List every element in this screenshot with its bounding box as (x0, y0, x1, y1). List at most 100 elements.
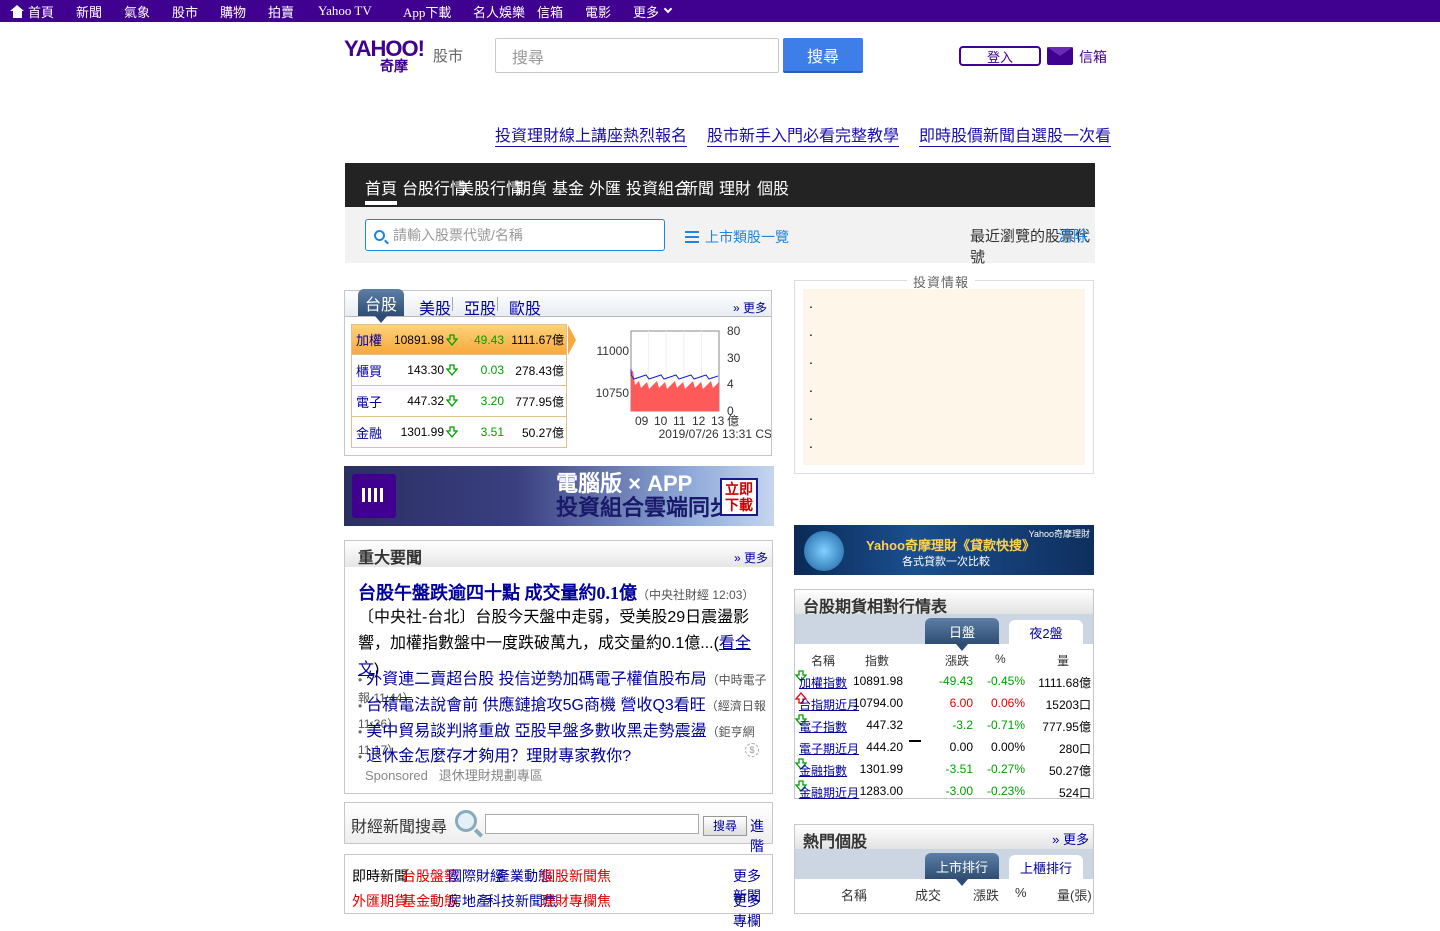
category-more-link[interactable]: 更多專欄 (733, 891, 772, 931)
topbar-item-yahoo-tv[interactable]: Yahoo TV (318, 0, 372, 22)
search-input[interactable]: 搜尋 (495, 38, 779, 73)
topbar-item-movies[interactable]: 電影 (585, 0, 611, 22)
index-row[interactable]: 加權 10891.98 49.43 1111.67億 (351, 324, 576, 355)
futures-change: -3.2 (952, 718, 973, 732)
investment-info-item[interactable]: . (809, 295, 813, 311)
index-amount: 278.43億 (515, 363, 564, 378)
promo-link[interactable]: 即時股價新聞自選股一次看 (919, 128, 1112, 147)
futures-volume: 50.27億 (1048, 764, 1091, 778)
download-now-button[interactable]: 立即下載 (720, 478, 758, 516)
category-link[interactable]: 外匯期貨 (352, 891, 408, 911)
futures-value: 1301.99 (859, 762, 903, 776)
category-link[interactable]: 房地產 (448, 891, 490, 911)
news-search-label: 財經新聞搜尋 (351, 819, 448, 836)
index-name[interactable]: 櫃買 (356, 361, 382, 380)
down-arrow-icon (446, 364, 458, 376)
loan-search-banner[interactable]: Yahoo奇摩理財 Yahoo奇摩理財《貸款快搜》 各式貸款一次比較 (794, 525, 1094, 575)
topbar-item-mail[interactable]: 信箱 (537, 0, 563, 22)
yahoo-stock-logo[interactable]: YAHOO! 奇摩 股市 (344, 36, 466, 76)
category-link[interactable]: 理財專欄焦 (541, 891, 611, 911)
advanced-search-link[interactable]: 進階 (750, 816, 772, 856)
nav-tab-funds[interactable]: 基金 (552, 175, 584, 199)
topbar-label: 首頁 (28, 4, 55, 20)
tab-day-session[interactable]: 日盤 (925, 618, 999, 651)
futures-percent: -0.71% (986, 718, 1025, 732)
promo-link[interactable]: 投資理財線上講座熱烈報名 (495, 128, 688, 147)
nav-tab-finance[interactable]: 理財 (719, 175, 751, 199)
investment-info-item[interactable]: . (809, 379, 813, 395)
index-name[interactable]: 金融 (356, 423, 382, 442)
category-link[interactable]: 個股新聞焦 (541, 866, 611, 886)
mail-icon[interactable] (1047, 47, 1073, 65)
investment-info-item[interactable]: . (809, 323, 813, 339)
search-button[interactable]: 搜尋 (783, 38, 863, 73)
news-search-button[interactable]: 搜尋 (703, 816, 747, 836)
index-row[interactable]: 金融 1301.99 3.51 50.27億 (351, 417, 567, 448)
intraday-chart: 1100010750803040億09 10 11 12 132019/07/26 13… (596, 325, 771, 441)
lead-headline[interactable]: 台股午盤跌逾四十點 成交量約0.1億（中央社財經 12:03） (358, 579, 754, 605)
topbar-item-news[interactable]: 新聞 (76, 0, 102, 22)
topbar-item-more[interactable]: 更多 (633, 0, 673, 22)
nav-tab-tw-market[interactable]: 台股行情 (402, 175, 466, 199)
lead-source: 中央社財經 12:03 (649, 588, 743, 602)
index-row[interactable]: 電子 447.32 3.20 777.95億 (351, 386, 567, 417)
investment-info-item[interactable]: . (809, 351, 813, 367)
nav-tab-home[interactable]: 首頁 (365, 175, 398, 205)
nav-tab-futures[interactable]: 期貨 (515, 175, 547, 199)
news-item-title: 外資連二賣超台股 投信逆勢加碼電子權值股布局 (366, 671, 707, 688)
topbar-item-shopping[interactable]: 購物 (220, 0, 246, 22)
index-row[interactable]: 櫃買 143.30 0.03 278.43億 (351, 355, 567, 386)
promo-link[interactable]: 股市新手入門必看完整教學 (707, 128, 900, 147)
mail-link[interactable]: 信箱 (1079, 47, 1107, 67)
index-name[interactable]: 電子 (356, 392, 382, 411)
news-item-title: 退休金怎麼存才夠用？理財專家教你? (366, 748, 632, 765)
category-list-link[interactable]: 上市類股一覽 (685, 227, 789, 247)
top-navigation-bar: 首頁 新聞 氣象 股市 購物 拍賣 Yahoo TV App下載 名人娛樂 信箱… (0, 0, 1440, 22)
banner-text: 電腦版 × APP 投資組合雲端同步 (556, 472, 732, 520)
nav-tab-news[interactable]: 新聞 (682, 175, 714, 199)
tab-listed-ranking[interactable]: 上市排行 (925, 853, 999, 886)
clear-recent-link[interactable]: 清除 (1058, 225, 1088, 246)
futures-value: 10891.98 (852, 674, 903, 688)
tab-europe[interactable]: 歐股 (509, 295, 541, 319)
category-link[interactable]: 即時新聞 (352, 866, 408, 886)
nav-tab-forex[interactable]: 外匯 (589, 175, 621, 199)
tab-otc-ranking[interactable]: 上櫃排行 (1009, 855, 1083, 879)
news-search-input[interactable] (485, 814, 699, 834)
investment-info-item[interactable]: . (809, 435, 813, 451)
topbar-item-home[interactable]: 首頁 (10, 0, 54, 22)
tab-taiwan[interactable]: 台股 (358, 289, 404, 323)
news-more-link[interactable]: » 更多 (734, 549, 768, 566)
x-tick-label: 10 (654, 414, 668, 428)
futures-volume: 15203口 (1045, 698, 1091, 712)
futures-tabs: 日盤 夜2盤 (795, 614, 1093, 651)
portfolio-sync-banner[interactable]: 電腦版 × APP 投資組合雲端同步 立即下載 (344, 466, 774, 526)
topbar-item-app-download[interactable]: App下載 (403, 0, 451, 22)
ad-choices-icon[interactable]: $ (745, 743, 759, 757)
left-tick-label: 10750 (596, 386, 630, 400)
topbar-item-celebrity[interactable]: 名人娛樂 (473, 0, 525, 22)
investment-info-item[interactable]: . (809, 407, 813, 423)
sponsored-news-item[interactable]: 退休金怎麼存才夠用？理財專家教你? (358, 742, 631, 766)
index-more-link[interactable]: » 更多 (733, 299, 767, 316)
index-name[interactable]: 加權 (356, 330, 382, 349)
topbar-item-weather[interactable]: 氣象 (124, 0, 150, 22)
tab-asia[interactable]: 亞股 (464, 295, 496, 319)
hot-stocks-panel: 熱門個股 » 更多 上市排行 上櫃排行 名稱 成交 漲跌 % 量(張) (794, 824, 1094, 914)
news-header: 重大要聞 » 更多 (345, 541, 772, 567)
chart-timestamp: 2019/07/26 13:31 CST (659, 427, 771, 441)
tab-night-session[interactable]: 夜2盤 (1009, 620, 1083, 644)
nav-tab-stocks[interactable]: 個股 (757, 175, 789, 199)
nav-tab-portfolio[interactable]: 投資組合 (626, 175, 690, 199)
nav-tab-us-market[interactable]: 美股行情 (458, 175, 522, 199)
stock-symbol-input[interactable]: 請輸入股票代號/名稱 (365, 219, 665, 251)
topbar-item-stock[interactable]: 股市 (172, 0, 198, 22)
home-icon (10, 4, 25, 18)
category-list-label: 上市類股一覽 (705, 229, 789, 245)
futures-change: -3.51 (945, 762, 973, 776)
futures-change: -3.00 (945, 784, 973, 798)
topbar-item-auction[interactable]: 拍賣 (268, 0, 294, 22)
login-button[interactable]: 登入 (959, 46, 1041, 66)
hot-more-link[interactable]: » 更多 (1052, 829, 1089, 848)
tab-us[interactable]: 美股 (419, 295, 451, 319)
